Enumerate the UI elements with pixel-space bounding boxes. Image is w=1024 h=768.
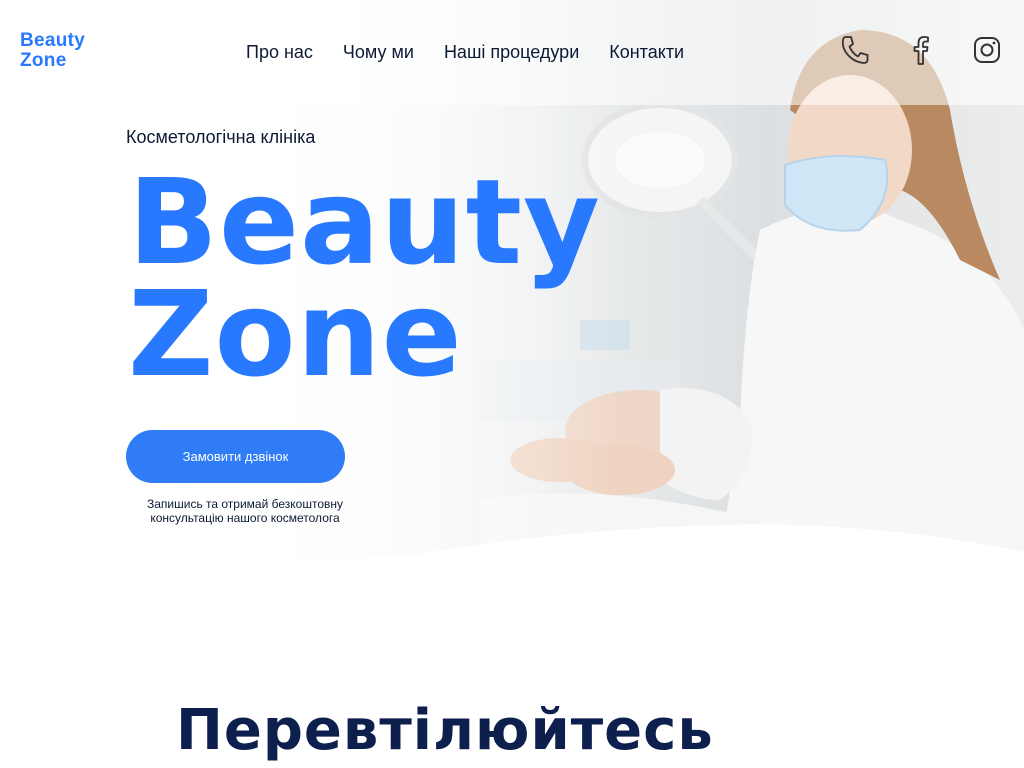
instagram-icon[interactable] [972, 34, 1002, 66]
hero-subtitle: Косметологічна клініка [126, 127, 316, 147]
logo-line2: Zone [20, 50, 67, 71]
hero-title: Beauty Zone [128, 153, 601, 403]
logo-line1: Beauty [20, 30, 86, 51]
nav-item-contacts[interactable]: Контакти [609, 42, 684, 63]
section-title: Перевтілюйтесь [176, 698, 714, 763]
logo[interactable]: Beauty Zone [20, 31, 85, 71]
cta-note: Запишись та отримай безкоштовну консульт… [146, 497, 344, 525]
nav-item-about[interactable]: Про нас [246, 42, 313, 63]
phone-icon[interactable] [840, 34, 870, 66]
hero-title-line2: Zone [128, 265, 463, 403]
hero-title-line1: Beauty [128, 153, 601, 291]
social-links [840, 34, 1002, 66]
main-nav: Про нас Чому ми Наші процедури Контакти [246, 42, 714, 63]
order-call-button[interactable]: Замовити дзвінок [126, 430, 345, 483]
nav-item-procedures[interactable]: Наші процедури [444, 42, 579, 63]
facebook-icon[interactable] [906, 34, 936, 66]
nav-item-why-us[interactable]: Чому ми [343, 42, 414, 63]
